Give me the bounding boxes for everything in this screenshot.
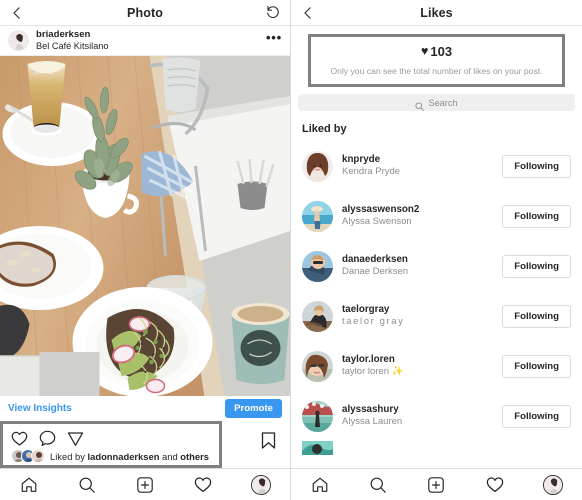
list-item[interactable]: knpryde Kendra Pryde Following bbox=[291, 141, 582, 191]
avatar[interactable] bbox=[302, 150, 333, 182]
list-item-fullname: Danae Derksen bbox=[342, 266, 409, 278]
list-item-username[interactable]: knpryde bbox=[342, 154, 400, 166]
search-icon[interactable] bbox=[77, 475, 97, 495]
heart-icon[interactable] bbox=[11, 430, 28, 447]
post-actions-highlight: Liked by ladonnaderksen and others bbox=[0, 421, 222, 468]
liked-others[interactable]: others bbox=[180, 451, 209, 462]
add-post-icon[interactable] bbox=[426, 475, 446, 495]
user-names: knpryde Kendra Pryde bbox=[342, 154, 400, 178]
photo-illustration bbox=[0, 56, 290, 396]
liked-prefix: Liked by bbox=[50, 450, 88, 462]
liked-by-heading: Liked by bbox=[302, 123, 347, 135]
list-item[interactable]: alyssaswenson2 Alyssa Swenson Following bbox=[291, 191, 582, 241]
bookmark-icon[interactable] bbox=[261, 432, 276, 449]
home-icon[interactable] bbox=[310, 475, 330, 495]
view-insights-link[interactable]: View Insights bbox=[8, 403, 72, 414]
page-title: Likes bbox=[420, 5, 453, 20]
user-names: taelorgray taelor gray bbox=[342, 304, 404, 328]
following-button[interactable]: Following bbox=[502, 154, 571, 178]
list-item-username[interactable]: alyssaswenson2 bbox=[342, 204, 419, 216]
avatar[interactable] bbox=[302, 250, 333, 282]
home-icon[interactable] bbox=[19, 475, 39, 495]
list-item-username[interactable]: taylor.loren bbox=[342, 354, 403, 366]
list-item[interactable]: alyssashury Alyssa Lauren Following bbox=[291, 391, 582, 441]
liked-by-row[interactable]: Liked by ladonnaderksen and others bbox=[3, 448, 219, 463]
list-item-fullname: taelor gray bbox=[342, 316, 405, 328]
comment-bubble-icon[interactable] bbox=[39, 430, 56, 447]
liked-by-text: Liked by ladonnaderksen and others bbox=[50, 451, 209, 462]
add-post-icon[interactable] bbox=[135, 475, 155, 495]
search-icon bbox=[415, 98, 425, 111]
chevron-left-icon[interactable] bbox=[9, 5, 25, 21]
profile-avatar-icon[interactable] bbox=[542, 474, 563, 495]
heart-filled-icon: ♥ bbox=[420, 44, 429, 59]
list-item[interactable]: taylor.loren taylor loren ✨ Following bbox=[291, 341, 582, 391]
list-item[interactable]: danaederksen Danae Derksen Following bbox=[291, 241, 582, 291]
profile-avatar-icon[interactable] bbox=[251, 474, 271, 495]
paper-plane-icon[interactable] bbox=[67, 430, 84, 447]
likes-summary-highlight: ♥ 103 Only you can see the total number … bbox=[308, 34, 565, 87]
list-item-partial[interactable] bbox=[291, 441, 582, 455]
post-header[interactable]: briaderksen Bel Café Kitsilano ••• bbox=[0, 26, 290, 56]
list-item-username[interactable]: taelorgray bbox=[342, 304, 404, 316]
more-options-icon[interactable]: ••• bbox=[266, 30, 282, 51]
list-item-fullname: taylor loren ✨ bbox=[342, 366, 404, 378]
liked-middle: and bbox=[159, 450, 181, 462]
list-item-fullname: Alyssa Swenson bbox=[342, 216, 412, 228]
promote-button[interactable]: Promote bbox=[225, 399, 282, 418]
liked-username[interactable]: ladonnaderksen bbox=[88, 451, 160, 462]
following-button[interactable]: Following bbox=[502, 404, 571, 428]
list-item-fullname: Kendra Pryde bbox=[342, 166, 401, 178]
search-input[interactable]: Search bbox=[298, 94, 575, 111]
list-item-username[interactable]: alyssashury bbox=[342, 404, 402, 416]
avatar[interactable] bbox=[302, 350, 333, 382]
list-item-fullname: Alyssa Lauren bbox=[342, 416, 403, 428]
activity-heart-icon[interactable] bbox=[193, 475, 213, 495]
photo-detail-panel: Photo briaderksen Bel Café Kitsilano •••… bbox=[0, 0, 291, 500]
instagram-screenshot: Photo briaderksen Bel Café Kitsilano •••… bbox=[0, 0, 582, 500]
photo-topbar: Photo bbox=[0, 0, 290, 26]
search-icon[interactable] bbox=[368, 475, 388, 495]
refresh-counterclockwise-icon[interactable] bbox=[264, 4, 281, 21]
user-names: alyssaswenson2 Alyssa Swenson bbox=[342, 204, 419, 228]
following-button[interactable]: Following bbox=[502, 254, 571, 278]
following-button[interactable]: Following bbox=[502, 304, 571, 328]
likes-topbar: Likes bbox=[291, 0, 582, 26]
following-button[interactable]: Following bbox=[502, 204, 571, 228]
post-photo[interactable] bbox=[0, 56, 290, 396]
chevron-left-icon[interactable] bbox=[300, 5, 316, 21]
likes-list-panel: Likes ♥ 103 Only you can see the total n… bbox=[291, 0, 582, 500]
likes-count-value: 103 bbox=[430, 44, 453, 59]
user-names: taylor.loren taylor loren ✨ bbox=[342, 354, 403, 378]
liked-by-user-list[interactable]: knpryde Kendra Pryde Following alyssaswe… bbox=[291, 141, 582, 468]
user-names: alyssashury Alyssa Lauren bbox=[342, 404, 402, 428]
bottom-tabbar-right bbox=[291, 468, 582, 500]
bottom-tabbar-left bbox=[0, 468, 290, 500]
likes-privacy-note: Only you can see the total number of lik… bbox=[330, 66, 543, 76]
likes-count-row: ♥ 103 bbox=[317, 44, 556, 59]
avatar[interactable] bbox=[302, 200, 333, 232]
likes-summary-wrap: ♥ 103 Only you can see the total number … bbox=[291, 26, 582, 94]
post-meta: briaderksen Bel Café Kitsilano bbox=[36, 29, 109, 51]
activity-heart-icon[interactable] bbox=[485, 475, 505, 495]
avatar bbox=[31, 449, 45, 463]
search-placeholder: Search bbox=[428, 97, 458, 108]
post-username[interactable]: briaderksen bbox=[36, 29, 109, 40]
action-bar-area: Liked by ladonnaderksen and others bbox=[0, 421, 290, 468]
avatar[interactable] bbox=[302, 400, 333, 432]
avatar[interactable] bbox=[302, 300, 333, 332]
insights-row: View Insights Promote bbox=[0, 396, 290, 421]
user-names: danaederksen Danae Derksen bbox=[342, 254, 408, 278]
list-item-username[interactable]: danaederksen bbox=[342, 254, 408, 266]
liked-by-avatars bbox=[11, 449, 45, 463]
list-item[interactable]: taelorgray taelor gray Following bbox=[291, 291, 582, 341]
post-action-icons bbox=[3, 424, 219, 448]
avatar[interactable] bbox=[8, 30, 29, 51]
page-title: Photo bbox=[127, 5, 163, 20]
following-button[interactable]: Following bbox=[502, 354, 571, 378]
post-location[interactable]: Bel Café Kitsilano bbox=[36, 41, 109, 52]
